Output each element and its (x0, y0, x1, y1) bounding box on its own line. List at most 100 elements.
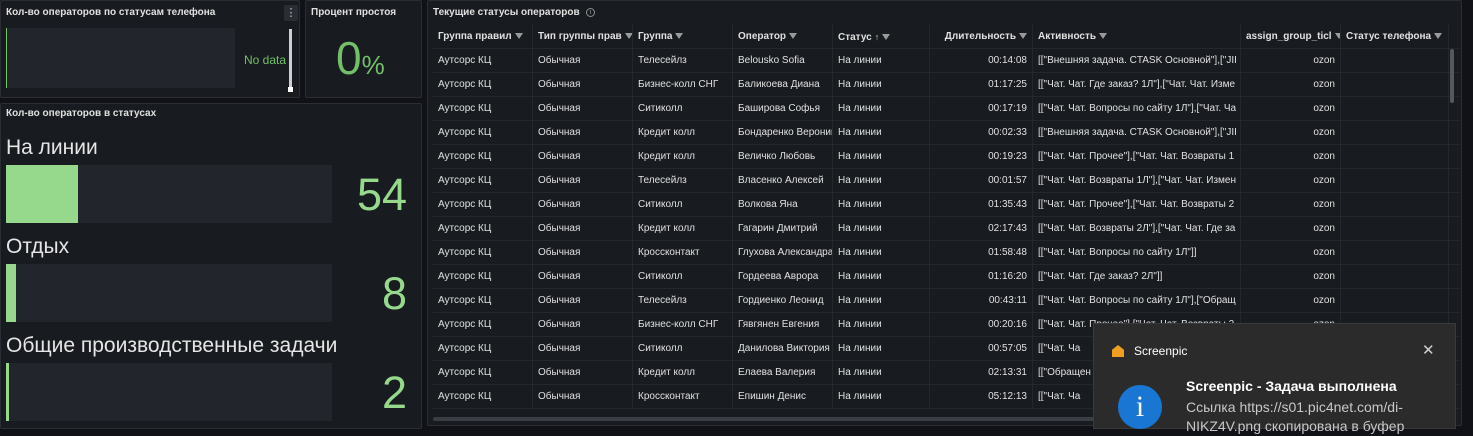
filter-icon[interactable] (789, 33, 798, 40)
table-cell: Аутсорс КЦ (433, 49, 533, 73)
table-row[interactable]: Аутсорс КЦ Обычная Телесейлз Belousko Sofia… (433, 49, 1459, 73)
table-cell: [["Внешняя задача. CTASK Основной"],["JI… (1033, 121, 1241, 145)
table-row[interactable]: Аутсорс КЦ Обычная Кредит колл Величко Любо… (433, 145, 1459, 169)
table-cell: На линии (833, 385, 930, 409)
status-count: 2 (381, 367, 407, 418)
table-cell: Кредит колл (633, 361, 733, 385)
table-cell: ozon (1241, 97, 1341, 121)
info-icon[interactable]: i (586, 8, 595, 17)
table-row[interactable]: Аутсорс КЦ Обычная Ситиколл Баширова Софья Н… (433, 97, 1459, 121)
table-cell: На линии (833, 361, 930, 385)
filter-icon[interactable] (514, 33, 523, 40)
table-cell: ozon (1241, 169, 1341, 193)
table-cell: Аутсорс КЦ (433, 145, 533, 169)
filter-icon[interactable] (1099, 33, 1108, 40)
table-cell: [["Чат. Чат. Вопросы по сайту 1Л"]] (1033, 241, 1241, 265)
column-header-label: Оператор (738, 31, 787, 42)
table-cell: Кредит колл (633, 217, 733, 241)
table-cell: Обычная (533, 97, 633, 121)
table-cell: [["Чат. Чат. Прочее"],["Чат. Чат. Возвра… (1033, 145, 1241, 169)
table-cell: [["Чат. Чат. Где заказ? 1Л"],["Чат. Чат.… (1033, 73, 1241, 97)
table-cell: Гордиенко Леонид (733, 289, 833, 313)
table-cell: На линии (833, 49, 930, 73)
close-icon[interactable]: ✕ (1422, 341, 1435, 359)
resize-handle-icon[interactable] (288, 87, 293, 92)
table-row[interactable]: Аутсорс КЦ Обычная Кредит колл Гагарин Дмит… (433, 217, 1459, 241)
status-label: Отдых (6, 235, 70, 258)
column-header[interactable]: Оператор (733, 25, 833, 49)
column-header[interactable]: assign_group_ticl (1241, 25, 1341, 49)
table-cell: Елаева Валерия (733, 361, 833, 385)
table-cell: Гагарин Дмитрий (733, 217, 833, 241)
filter-icon[interactable] (882, 34, 891, 41)
table-cell: Обычная (533, 49, 633, 73)
column-header[interactable]: Группа правил (433, 25, 533, 49)
table-cell: Аутсорс КЦ (433, 361, 533, 385)
table-cell: Аутсорс КЦ (433, 313, 533, 337)
table-cell: Ситиколл (633, 265, 733, 289)
table-cell: 01:35:43 (930, 193, 1033, 217)
table-cell: Аутсорс КЦ (433, 169, 533, 193)
status-bar-track (6, 264, 332, 322)
table-cell: Кредит колл (633, 121, 733, 145)
column-header[interactable]: Группа (633, 25, 733, 49)
table-cell: Гордеева Аврора (733, 265, 833, 289)
idle-value: 0 (336, 32, 362, 84)
panel-title: Процент простоя (311, 7, 397, 18)
filter-icon[interactable] (624, 33, 632, 40)
table-row[interactable]: Аутсорс КЦ Обычная Телесейлз Гордиенко Леон… (433, 289, 1459, 313)
toast-body: Ссылка https://s01.pic4net.com/di-NIKZ4V… (1186, 399, 1405, 434)
table-cell: 00:43:11 (930, 289, 1033, 313)
table-cell: Гявгянен Евгения (733, 313, 833, 337)
panel-menu-icon[interactable]: ⋮ (284, 5, 298, 21)
filter-icon[interactable] (675, 33, 684, 40)
column-header[interactable]: Тип группы прав (533, 25, 633, 49)
table-cell: Епишин Денис (733, 385, 833, 409)
table-row[interactable]: Аутсорс КЦ Обычная Кредит колл Бондаренко В… (433, 121, 1459, 145)
vertical-scrollbar[interactable] (1450, 49, 1454, 103)
toast-notification[interactable]: Screenpic ✕ i Screenpic - Задача выполне… (1093, 323, 1456, 434)
column-header-label: Активность (1038, 31, 1097, 42)
table-row[interactable]: Аутсорс КЦ Обычная Ситиколл Гордеева Аврора… (433, 265, 1459, 289)
column-header-label: Статус телефона (1346, 31, 1432, 42)
table-cell: Бондаренко Вероника (733, 121, 833, 145)
status-count: 54 (356, 169, 407, 220)
table-cell: Обычная (533, 361, 633, 385)
table-cell (1341, 289, 1449, 313)
column-header-label: Группа (638, 31, 673, 42)
filter-icon[interactable] (1019, 33, 1027, 40)
table-cell: Аутсорс КЦ (433, 97, 533, 121)
column-header-label: Группа правил (438, 31, 512, 42)
table-cell: Аутсорс КЦ (433, 193, 533, 217)
table-cell: [["Чат. Чат. Где заказ? 2Л"]] (1033, 265, 1241, 289)
table-cell: 00:14:08 (930, 49, 1033, 73)
sort-ascending-icon[interactable]: ↑ (875, 32, 880, 42)
scrollbar[interactable] (289, 29, 292, 87)
column-header[interactable]: Статус ↑ (833, 25, 930, 49)
table-row[interactable]: Аутсорс КЦ Обычная Телесейлз Власенко Алекс… (433, 169, 1459, 193)
no-data-label: No data (244, 53, 287, 67)
table-row[interactable]: Аутсорс КЦ Обычная Ситиколл Волкова Яна На л… (433, 193, 1459, 217)
table-cell: Кредит колл (633, 145, 733, 169)
column-header[interactable]: Длительность (930, 25, 1033, 49)
table-row[interactable]: Аутсорс КЦ Обычная Кроссконтакт Глухова Але… (433, 241, 1459, 265)
info-circle-icon: i (1118, 385, 1162, 429)
table-cell: Обычная (533, 337, 633, 361)
column-header-label: assign_group_ticl (1246, 31, 1332, 42)
table-cell: ozon (1241, 289, 1341, 313)
gauge-area (6, 28, 235, 88)
table-cell: Обычная (533, 385, 633, 409)
table-cell: 05:12:13 (930, 385, 1033, 409)
column-header[interactable]: Статус телефона (1341, 25, 1449, 49)
table-cell: На линии (833, 193, 930, 217)
table-row[interactable]: Аутсорс КЦ Обычная Бизнес-колл СНГ Баликоев… (433, 73, 1459, 97)
status-count: 8 (381, 268, 407, 319)
table-cell: Ситиколл (633, 193, 733, 217)
filter-icon[interactable] (1434, 33, 1443, 40)
table-cell: 00:17:19 (930, 97, 1033, 121)
status-bar-track (6, 165, 332, 223)
table-cell: Ситиколл (633, 337, 733, 361)
column-header[interactable]: Активность (1033, 25, 1241, 49)
panel-phone-status: Кол-во операторов по статусам телефона ⋮… (0, 0, 300, 98)
table-cell (1341, 145, 1449, 169)
